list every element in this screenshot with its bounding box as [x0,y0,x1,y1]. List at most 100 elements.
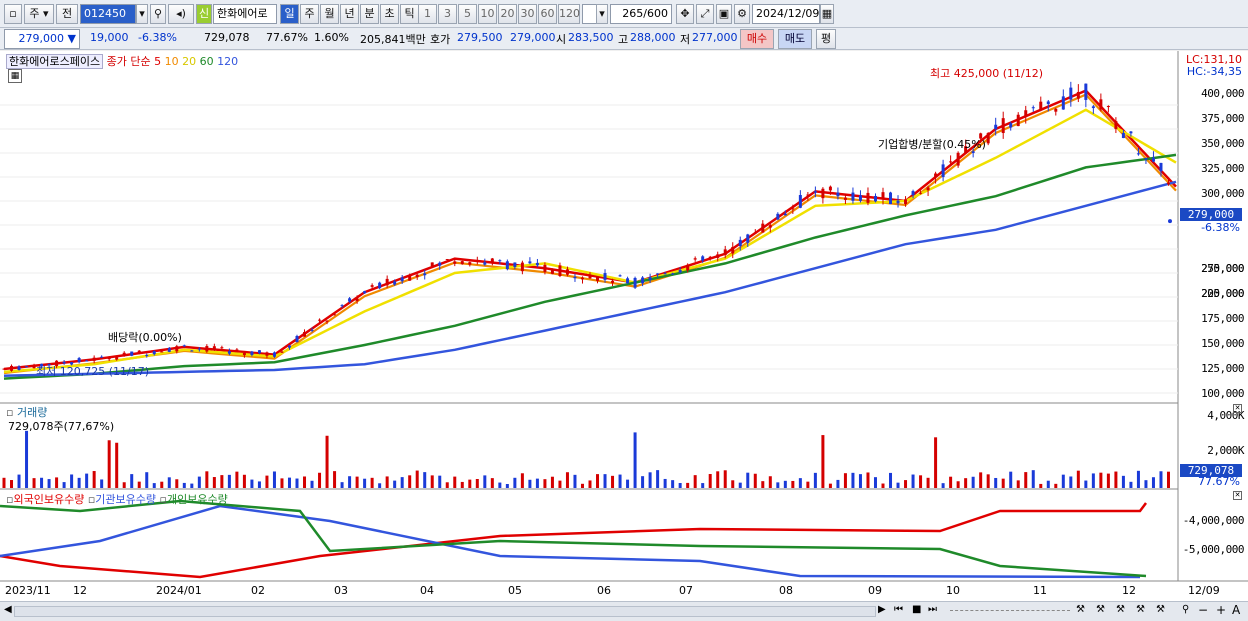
tool-icon[interactable]: ⚒ [1156,604,1165,615]
save-icon[interactable]: ▣ [716,4,732,24]
volume-bar [355,476,359,488]
volume-bar [1151,477,1155,488]
volume-bar [460,481,464,488]
volume-bar [656,470,660,488]
candle-body [235,349,239,351]
tool-icon[interactable]: ⤢ [696,4,714,24]
tab-day[interactable]: 일 [280,4,299,24]
volume-bar [836,479,840,488]
code-dropdown-icon[interactable]: ▾ [136,4,148,24]
volume-bar [430,475,434,488]
close-pane-icon[interactable]: ✕ [1233,491,1242,500]
forward-icon[interactable]: ⏭ [928,604,937,615]
last-price-box: 279,000 [1180,208,1242,221]
tool-icon[interactable]: ⚒ [1116,604,1125,615]
tab-tick[interactable]: 틱 [400,4,419,24]
candle-body [280,351,284,353]
count-input[interactable]: 265/600 [610,4,672,24]
zoom-in-icon[interactable]: + [1216,603,1226,617]
calculator-icon[interactable]: ▦ [8,69,22,83]
close-pane-icon[interactable]: ✕ [1233,404,1242,413]
gear-icon[interactable]: ⚙ [734,4,750,24]
candle-body [663,273,667,275]
stock-code-input[interactable]: 012450 [80,4,136,24]
volume-bar [528,479,532,488]
interval-3[interactable]: 3 [438,4,457,24]
chart-area[interactable]: 한화에어로스페이스 종가 단순 5 10 20 60 120 ▦ LC:131,… [0,51,1248,601]
volume-bar [686,482,690,488]
tool-icon[interactable]: ⚒ [1136,604,1145,615]
eval-button[interactable]: 평 [816,29,836,49]
tab-month[interactable]: 월 [320,4,339,24]
candle-body [17,366,21,370]
tab-minute[interactable]: 분 [360,4,379,24]
volume-bar [731,480,735,488]
volume-bar [152,483,156,488]
interval-30[interactable]: 30 [518,4,537,24]
search-icon[interactable]: ⚲ [1182,604,1189,615]
candle-body [753,232,757,234]
rewind-icon[interactable]: ⏮ [894,604,903,615]
tool-icon[interactable]: ⚒ [1096,604,1105,615]
volume-bar [1144,480,1148,488]
candle-body [318,319,322,321]
candle-body [708,256,712,258]
volume-bar [641,476,645,488]
tab-year[interactable]: 년 [340,4,359,24]
candle-body [723,249,727,256]
volume-bar [55,477,59,488]
interval-60[interactable]: 60 [538,4,557,24]
price-tick: 175,000 [1201,312,1244,325]
candle-body [603,273,607,280]
interval-10[interactable]: 10 [478,4,497,24]
candle-body [490,258,494,264]
tab-second[interactable]: 초 [380,4,399,24]
prev-button[interactable]: 전 [56,4,78,24]
font-icon[interactable]: A [1232,603,1240,617]
volume-bar [370,477,374,488]
search-icon[interactable]: ⚲ [150,4,166,24]
interval-5[interactable]: 5 [458,4,477,24]
zoom-icon[interactable]: ✥ [676,4,694,24]
candle-body [1061,96,1065,110]
volume-bar [47,479,51,488]
sell-button[interactable]: 매도 [778,29,812,49]
volume-bar [475,478,479,488]
candle-body [272,352,276,357]
candle-body [1001,118,1005,134]
volume-bar [175,479,179,488]
volume-bar [1061,474,1065,488]
buy-button[interactable]: 매수 [740,29,774,49]
interval-20[interactable]: 20 [498,4,517,24]
amount-value: 205,841백만 [360,33,426,46]
volume-bar [10,480,14,488]
tab-week[interactable]: 주 [300,4,319,24]
candle-body [430,262,434,267]
date-input[interactable]: 2024/12/09 [752,4,820,24]
zoom-out-icon[interactable]: − [1198,603,1208,617]
candle-body [1099,99,1103,110]
candle-body [393,281,397,285]
scroll-right-icon[interactable]: ▶ [878,604,886,615]
candle-body [836,192,840,197]
period-selector[interactable]: 주 ▾ [24,4,54,24]
candle-body [941,164,945,178]
price-tick: 300,000 [1201,187,1244,200]
interval-dropdown-icon[interactable]: ▾ [596,4,608,24]
tool-icon[interactable]: ⚒ [1076,604,1085,615]
interval-120[interactable]: 120 [558,4,580,24]
stop-icon[interactable]: ■ [912,604,921,615]
candle-body [190,350,194,352]
window-icon[interactable]: ▫ [4,4,22,24]
volume-bar [1129,481,1133,488]
candle-body [866,192,870,203]
interval-1[interactable]: 1 [418,4,437,24]
speed-slider[interactable] [950,610,1070,614]
candle-body [746,234,750,243]
scrollbar-track[interactable] [14,606,876,617]
volume-bar [287,477,291,488]
candle-body [310,329,314,331]
scroll-left-icon[interactable]: ◀ [4,604,12,615]
calendar-icon[interactable]: ▦ [820,4,834,24]
sound-icon[interactable]: ◂) [168,4,194,24]
